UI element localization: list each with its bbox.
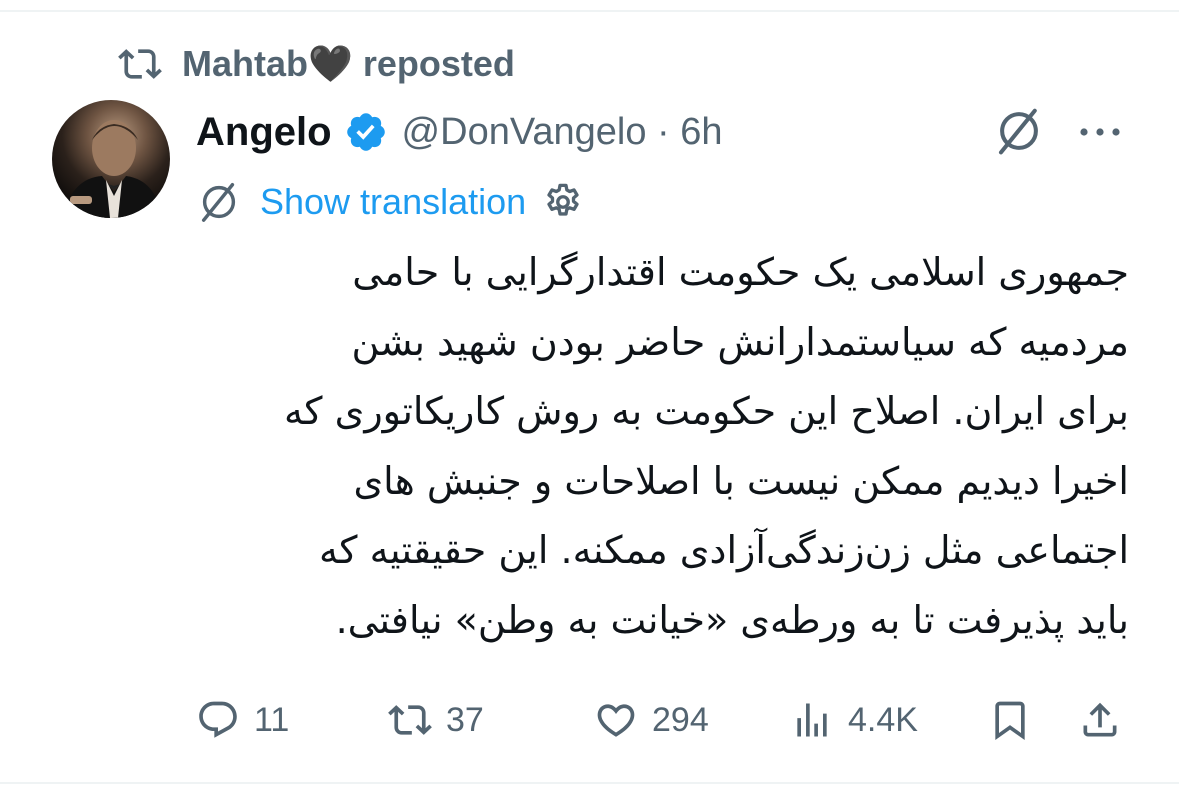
tweet-line: مردمیه که سیاستمدارانش حاضر بودن شهید بش… (351, 319, 1129, 364)
repost-button[interactable]: 37 (388, 690, 484, 750)
tweet-header: Angelo @DonVangelo · 6h (196, 104, 723, 160)
repost-icon (388, 705, 432, 735)
author-handle-time[interactable]: @DonVangelo · 6h (402, 111, 723, 154)
tweet-line: باید پذیرفت تا به ورطه‌ی «خیانت به وطن» … (335, 597, 1129, 642)
like-button[interactable]: 294 (594, 690, 709, 750)
avatar-portrait (62, 120, 162, 218)
tweet-line: جمهوری اسلامی یک حکومت اقتدارگرایی با حا… (352, 250, 1129, 294)
reply-icon (199, 701, 237, 738)
gear-icon[interactable] (542, 181, 584, 223)
author-name[interactable]: Angelo (196, 110, 332, 155)
share-icon (1083, 702, 1117, 737)
repost-context[interactable]: Mahtab🖤 reposted (118, 40, 515, 88)
bookmark-icon (995, 701, 1025, 741)
verified-badge-icon (346, 113, 385, 151)
tweet-line: اجتماعی مثل زن‌زندگی‌آزادی ممکنه. این حق… (319, 528, 1129, 572)
share-button[interactable] (1078, 690, 1136, 750)
reply-button[interactable]: 11 (196, 690, 289, 750)
bookmark-button[interactable] (988, 690, 1046, 750)
views-icon (797, 703, 827, 737)
tweet-text: جمهوری اسلامی یک حکومت اقتدارگرایی با حا… (189, 238, 1129, 655)
avatar[interactable] (52, 100, 170, 218)
tweet-line: اخیرا دیدیم ممکن نیست با اصلاحات و جنبش … (353, 458, 1129, 503)
repost-icon (118, 49, 162, 79)
grok-translate-icon (201, 183, 236, 222)
translate-row: Show translation (196, 176, 584, 228)
like-count: 294 (652, 700, 709, 739)
tweet-line: برای ایران. اصلاح این حکومت به روش کاریک… (284, 389, 1129, 433)
more-icon[interactable] (1076, 112, 1124, 152)
repost-count: 37 (446, 700, 484, 739)
action-bar: 11 37 294 4.4K (196, 690, 1126, 750)
views-button[interactable]: 4.4K (790, 690, 918, 750)
reply-count: 11 (254, 700, 290, 739)
top-divider (0, 10, 1179, 12)
bottom-divider (0, 782, 1179, 784)
grok-icon[interactable] (992, 104, 1046, 158)
like-icon (597, 704, 635, 737)
view-count: 4.4K (848, 700, 918, 739)
repost-label: Mahtab🖤 reposted (182, 43, 515, 84)
show-translation-link[interactable]: Show translation (260, 181, 526, 223)
